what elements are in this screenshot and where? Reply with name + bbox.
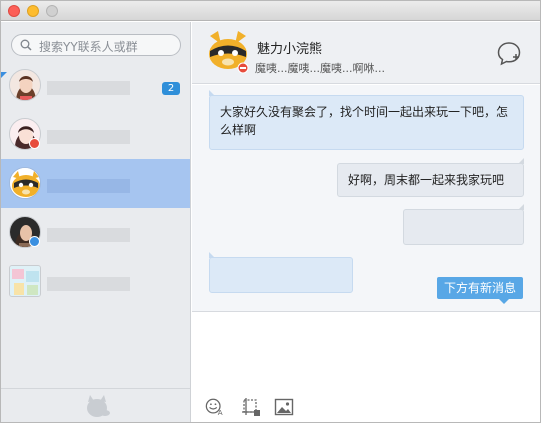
contact-name [47, 277, 130, 291]
message-bubble: 大家好久没有聚会了，找个时间一起出来玩一下吧，怎么样啊 [209, 90, 524, 150]
new-message-tip[interactable]: 下方有新消息 [437, 277, 523, 304]
svg-text:A: A [218, 408, 223, 417]
message-bubble: 好啊，周末都一起来我家玩吧 [337, 158, 524, 197]
busy-status-icon [29, 138, 40, 149]
input-toolbar: A [192, 393, 540, 422]
chat-header: 魅力小浣熊 魔咦...魔咦...魔咦...啊咻... [192, 22, 540, 84]
chat-contact-name: 魅力小浣熊 [257, 42, 323, 57]
chat-window: 搜索YY联系人或群 2 魅力小浣熊 魔咦...魔咦...魔咦...啊咻... 大… [0, 0, 541, 423]
avatar [9, 167, 41, 199]
corner-indicator [1, 72, 7, 78]
maximize-window-button[interactable] [46, 5, 58, 17]
contact-name [47, 130, 130, 144]
image-icon[interactable] [274, 397, 294, 417]
contact-name [47, 228, 130, 242]
minimize-window-button[interactable] [27, 5, 39, 17]
title-bar [1, 1, 540, 21]
sidebar-footer [1, 388, 190, 422]
message-list[interactable]: 大家好久没有聚会了，找个时间一起出来玩一下吧，怎么样啊 好啊，周末都一起来我家玩… [192, 85, 540, 312]
mobile-status-icon [29, 236, 40, 247]
contact-item[interactable] [1, 110, 190, 159]
contact-name [47, 81, 130, 95]
contact-item[interactable] [1, 257, 190, 306]
screenshot-icon[interactable] [241, 397, 261, 417]
contact-name [47, 179, 130, 193]
contact-item[interactable]: 2 [1, 61, 190, 110]
search-placeholder: 搜索YY联系人或群 [39, 40, 138, 54]
message-input[interactable] [192, 313, 540, 391]
avatar [9, 69, 41, 101]
contact-item[interactable] [1, 208, 190, 257]
yy-logo-icon[interactable] [83, 393, 111, 419]
add-chat-icon[interactable] [496, 40, 522, 66]
message-bubble [209, 252, 353, 293]
chat-contact-signature: 魔咦...魔咦...魔咦...啊咻... [255, 62, 385, 75]
contact-sidebar: 搜索YY联系人或群 2 [1, 22, 191, 422]
close-window-button[interactable] [8, 5, 20, 17]
contact-item-active[interactable] [1, 159, 190, 208]
search-icon [20, 39, 32, 51]
emoji-icon[interactable]: A [205, 397, 225, 417]
message-bubble [403, 204, 524, 245]
contact-avatar[interactable] [206, 30, 250, 74]
search-input[interactable]: 搜索YY联系人或群 [11, 34, 181, 56]
unread-badge: 2 [162, 82, 180, 95]
avatar [9, 265, 41, 297]
